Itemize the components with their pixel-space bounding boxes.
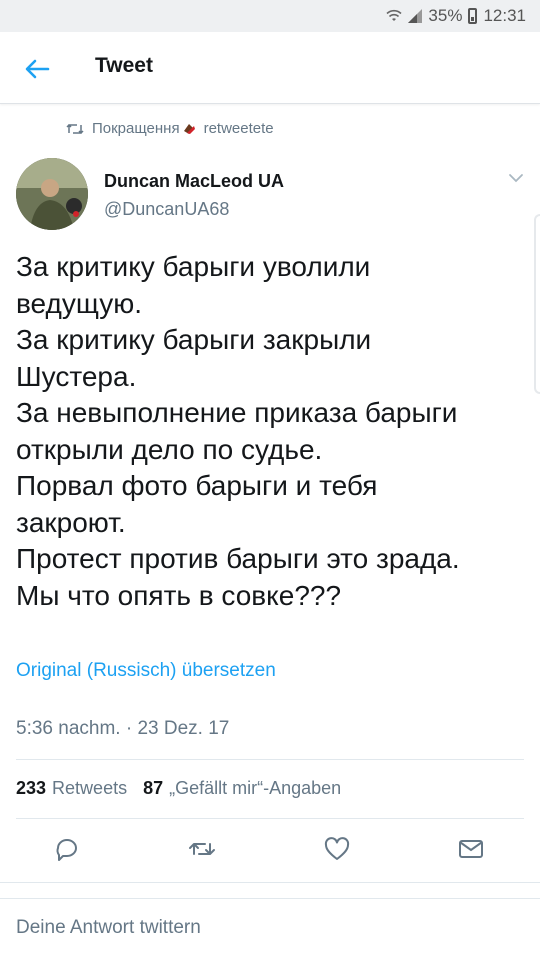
retweeted-label: retweetete [203,120,274,137]
tweet-stats: 233 Retweets 87 „Gefällt mir“-Angaben [16,778,341,799]
battery-percent: 35% [428,6,463,25]
chevron-down-icon[interactable] [506,168,526,188]
app-bar: Tweet [0,32,540,104]
back-arrow-icon[interactable] [22,54,52,84]
tweet-line: закроют. [16,506,126,538]
status-bar: 35% 12:31 [0,0,540,32]
scroll-edge [534,214,540,394]
divider [0,882,540,883]
likes-count[interactable]: 87 [143,778,163,799]
page-title: Tweet [95,54,153,77]
tweet-line: Порвал фото барыги и тебя [16,470,378,501]
avatar-photo [16,158,88,230]
tweet-timestamp: 5:36 nachm. · 23 Dez. 17 [16,718,230,739]
tweet-line: За невыполнение приказа барыги [16,397,458,428]
tweet-line: ведущую. [16,287,142,319]
tweet-line: Мы что опять в совке??? [16,579,342,611]
wifi-icon [386,9,402,21]
chocolate-emoji-icon [183,123,195,134]
retweet-small-icon [66,123,84,134]
tweet-line: За критику барыги уволили [16,251,371,282]
reply-icon[interactable] [52,834,82,864]
divider [16,759,524,760]
tweet-line: Протест против барыги это зрада. [16,543,460,574]
tweet-actions [0,834,540,870]
retweet-icon[interactable] [187,834,217,864]
tweet-line: Шустера. [16,360,137,392]
reply-input[interactable] [16,917,516,939]
tweet-line: открыли дело по судье. [16,433,323,465]
divider [16,818,524,819]
reply-composer [0,898,540,960]
message-icon[interactable] [456,834,486,864]
retweeter-name[interactable]: Покращення [92,120,180,137]
retweets-label[interactable]: Retweets [52,778,127,799]
clock: 12:31 [483,6,526,25]
tweet-line: За критику барыги закрыли [16,324,372,355]
status-bar-right: 35% 12:31 [386,6,526,26]
signal-icon [408,9,423,23]
avatar[interactable] [16,158,88,230]
retweets-count[interactable]: 233 [16,778,46,799]
like-icon[interactable] [322,834,352,864]
battery-icon [468,8,478,24]
tweet-text: За критику барыги уволили ведущую. За кр… [16,249,526,614]
likes-label[interactable]: „Gefällt mir“-Angaben [169,778,341,799]
author-name[interactable]: Duncan MacLeod UA [104,171,284,192]
translate-link[interactable]: Original (Russisch) übersetzen [16,660,276,682]
author-handle[interactable]: @DuncanUA68 [104,199,229,220]
social-context[interactable]: Покращення retweetete [66,120,274,137]
